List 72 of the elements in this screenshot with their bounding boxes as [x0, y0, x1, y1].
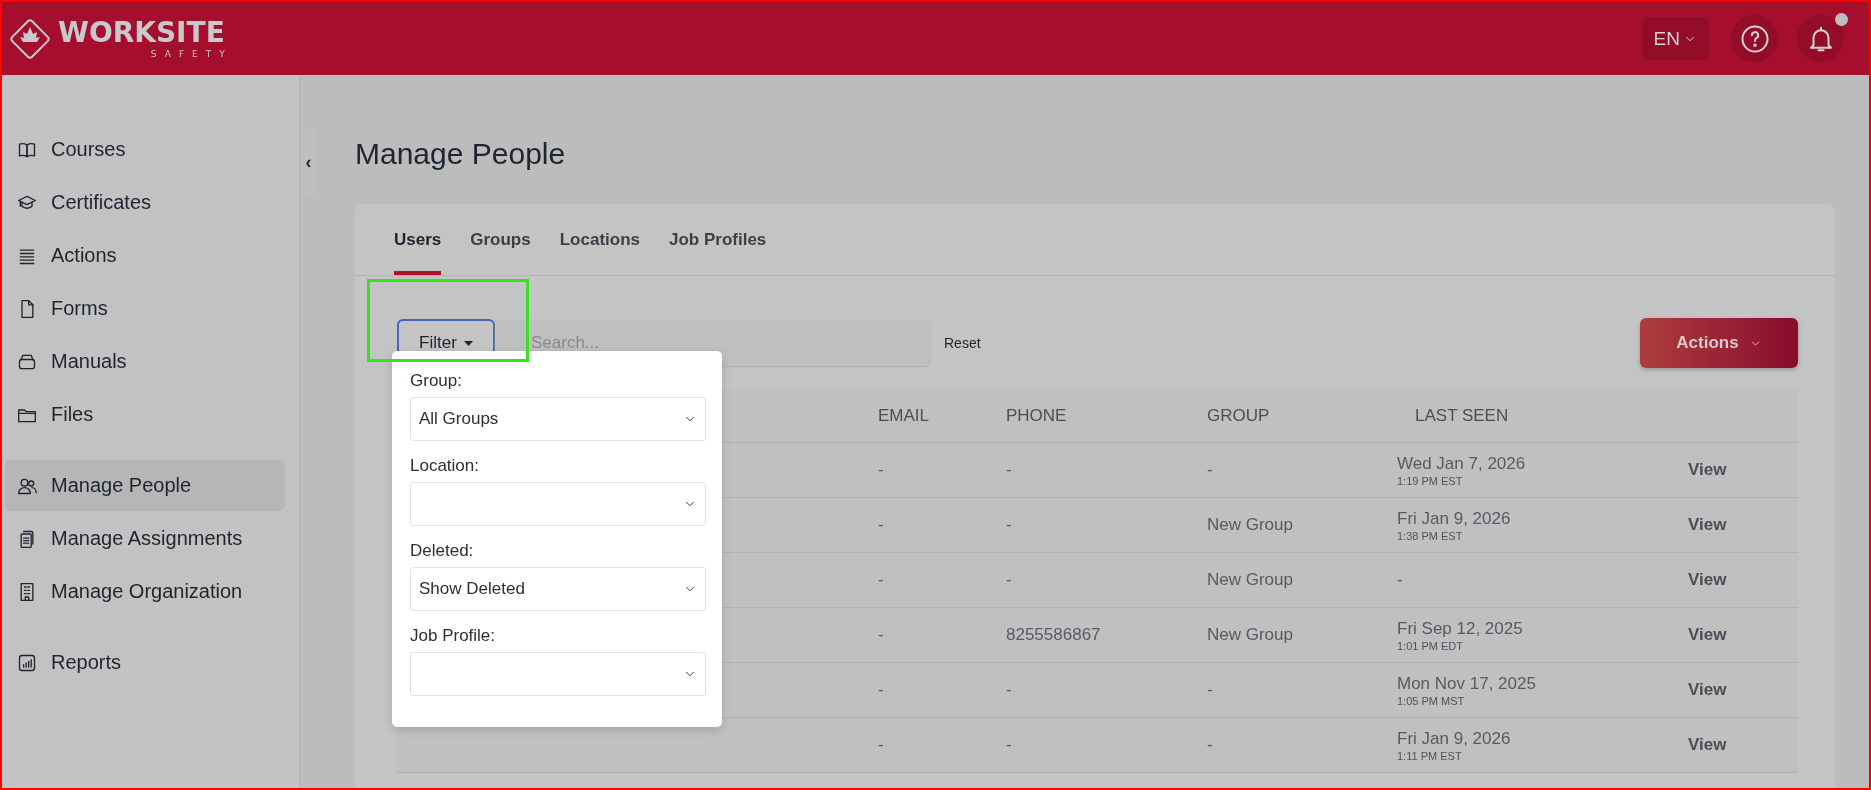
table-cell-text: - [878, 625, 885, 645]
table-cell-text: - [1207, 735, 1214, 755]
last-seen-time: 1:05 PM MST [1397, 694, 1466, 707]
last-seen-date: Fri Jan 9, 2026 [1397, 728, 1512, 749]
view-link[interactable]: View [1688, 570, 1798, 590]
sidebar-item[interactable]: Actions [5, 230, 285, 281]
help-button[interactable] [1731, 15, 1778, 62]
table-cell-text: - [1207, 460, 1214, 480]
sidebar-item[interactable]: Manage People [5, 460, 285, 511]
table-cell-text: - [878, 735, 885, 755]
tab[interactable]: Job Profiles [669, 204, 767, 275]
table-cell-text: - [1207, 680, 1214, 700]
actions-button[interactable]: Actions [1640, 318, 1798, 368]
table-cell-text: - [1006, 460, 1013, 480]
select-field[interactable] [410, 652, 706, 696]
help-icon [1739, 23, 1770, 54]
table-cell-text: - [878, 460, 885, 480]
table-cell-text: New Group [1207, 570, 1294, 590]
last-seen-date: - [1397, 570, 1404, 590]
select-field[interactable]: Show Deleted [410, 567, 706, 611]
view-link[interactable]: View [1688, 735, 1798, 755]
table-cell-text: New Group [1207, 625, 1294, 645]
select-field[interactable]: All Groups [410, 397, 706, 441]
language-selector[interactable]: EN [1641, 17, 1709, 60]
sidebar-item[interactable]: Manage Assignments [5, 513, 285, 564]
field-label: Job Profile: [410, 626, 497, 646]
tab[interactable]: Locations [559, 204, 640, 275]
logo-wordmark: WORKSITE [58, 18, 225, 47]
tab[interactable]: Users [394, 204, 442, 275]
logo-tagline: SAFETY [150, 48, 233, 59]
last-seen-time: 1:19 PM EST [1397, 474, 1464, 487]
logo-icon [8, 16, 52, 61]
select-field[interactable] [410, 482, 706, 526]
sidebar-item[interactable]: Forms [5, 283, 285, 334]
column-header: GROUP [1207, 406, 1270, 426]
view-link[interactable]: View [1688, 625, 1798, 645]
table-cell-text: - [1006, 680, 1013, 700]
table-cell-text: - [878, 570, 885, 590]
sidebar-item[interactable]: Reports [5, 637, 285, 688]
field-label: Group: [410, 371, 463, 391]
table-cell-text: - [1006, 570, 1013, 590]
last-seen-time: 1:11 PM EST [1397, 749, 1463, 762]
sidebar-item[interactable]: Files [5, 389, 285, 440]
sidebar-item[interactable]: Certificates [5, 177, 285, 228]
table-cell-text: - [878, 680, 885, 700]
view-link[interactable]: View [1688, 515, 1798, 535]
sidebar-item[interactable]: Manuals [5, 336, 285, 387]
reset-link[interactable]: Reset [944, 335, 981, 351]
sidebar-item[interactable]: Manage Organization [5, 566, 285, 617]
field-label: Deleted: [410, 541, 475, 561]
chart-icon [17, 652, 37, 673]
sidebar-item[interactable]: Courses [5, 124, 285, 175]
last-seen-time: 1:38 PM EST [1397, 529, 1464, 542]
field-label: Location: [410, 456, 480, 476]
table-cell-text: 8255586867 [1006, 625, 1102, 645]
last-seen-date: Wed Jan 7, 2026 [1397, 453, 1527, 474]
last-seen-time: 1:01 PM EDT [1397, 639, 1465, 652]
column-header: LAST SEEN [1414, 406, 1509, 426]
table-cell-text: New Group [1207, 515, 1294, 535]
page-title: Manage People [355, 137, 567, 171]
last-seen-date: Fri Sep 12, 2025 [1397, 618, 1524, 639]
last-seen-date: Fri Jan 9, 2026 [1397, 508, 1512, 529]
table-cell-text: - [878, 515, 885, 535]
column-header: EMAIL [878, 406, 930, 426]
table-cell-text: - [1006, 735, 1013, 755]
column-header: PHONE [1006, 406, 1067, 426]
view-link[interactable]: View [1688, 460, 1798, 480]
view-link[interactable]: View [1688, 680, 1798, 700]
table-cell-text: - [1006, 515, 1013, 535]
last-seen-date: Mon Nov 17, 2025 [1397, 673, 1537, 694]
caret-icon [463, 340, 473, 346]
tab[interactable]: Groups [470, 204, 531, 275]
